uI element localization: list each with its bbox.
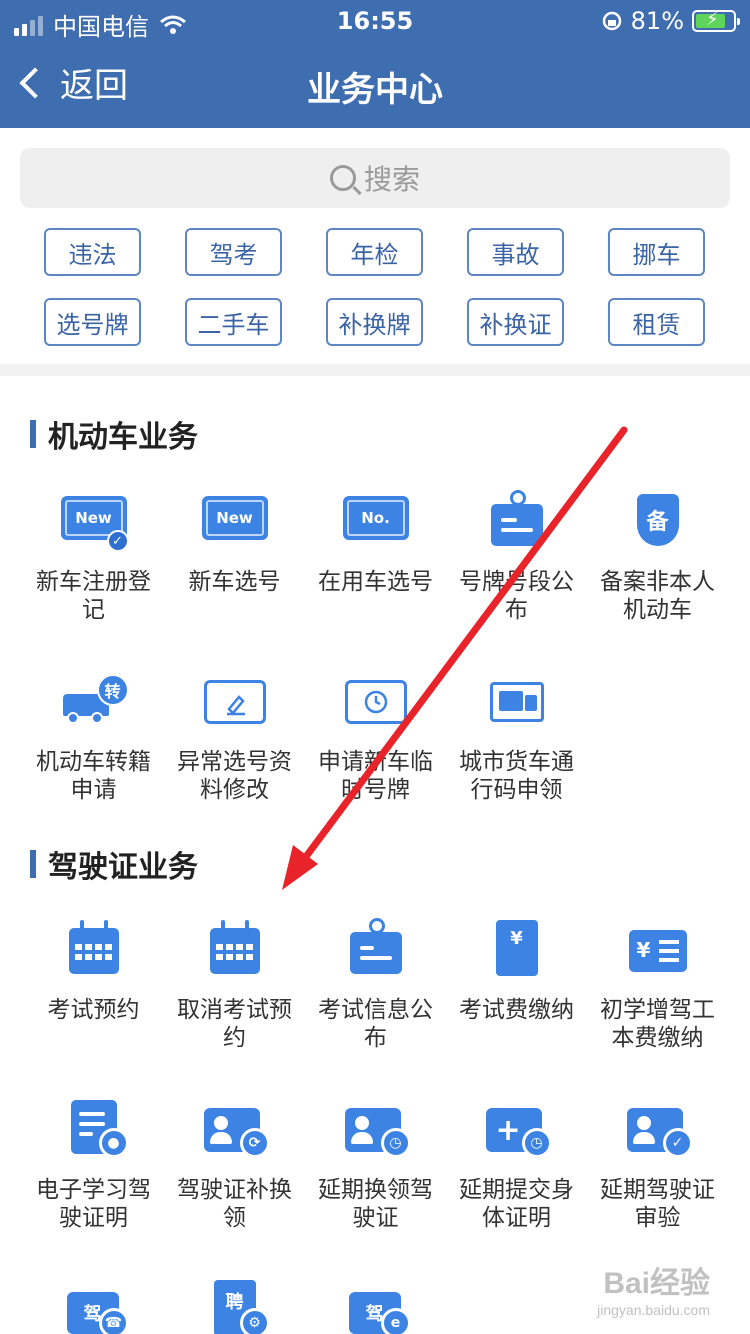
page-title: 业务中心 [307, 70, 443, 110]
search-icon [329, 165, 356, 191]
tag-choose-plate[interactable]: 选号牌 [44, 298, 141, 346]
tag-driving-exam[interactable]: 驾考 [185, 228, 282, 276]
new-plate-icon: New [200, 488, 270, 558]
tag-replace-license[interactable]: 补换证 [467, 298, 564, 346]
service-license-delay-renewal[interactable]: ◷ 延期换领驾驶证 [305, 1096, 446, 1276]
tag-used-car[interactable]: 二手车 [185, 298, 282, 346]
service-license-replacement[interactable]: ⟳ 驾驶证补换领 [164, 1096, 305, 1276]
license-replace-icon: ⟳ [200, 1096, 270, 1166]
search-placeholder: 搜索 [363, 163, 420, 196]
service-driving-call[interactable]: 驾 ☎ [23, 1276, 164, 1334]
driving-online-icon: 驾 e [341, 1276, 411, 1334]
service-new-car-registration[interactable]: New ✓ 新车注册登记 [23, 488, 164, 668]
calendar-cancel-icon [200, 916, 270, 986]
health-delay-icon: + ◷ [482, 1096, 552, 1166]
service-driving-online[interactable]: 驾 e [305, 1276, 446, 1334]
tag-annual-inspection[interactable]: 年检 [326, 228, 423, 276]
license-delay-icon: ◷ [341, 1096, 411, 1166]
tag-rental[interactable]: 租赁 [608, 298, 705, 346]
exam-announcement-icon [341, 916, 411, 986]
battery-percent: 81% [630, 7, 684, 35]
service-exam-booking[interactable]: 考试预约 [23, 916, 164, 1096]
edit-plate-icon [200, 668, 270, 738]
service-exam-info[interactable]: 考试信息公布 [305, 916, 446, 1096]
license-verify-icon: ✓ [623, 1096, 693, 1166]
tag-accident[interactable]: 事故 [467, 228, 564, 276]
service-electronic-study-proof[interactable]: ● 电子学习驾驶证明 [23, 1096, 164, 1276]
service-learner-fee[interactable]: ¥ 初学增驾工本费缴纳 [587, 916, 728, 1096]
section-title-license: 驾驶证业务 [30, 842, 198, 886]
service-record-vehicle[interactable]: 备 备案非本人机动车 [587, 488, 728, 668]
truck-pass-icon [482, 668, 552, 738]
service-vehicle-transfer[interactable]: 转 机动车转籍申请 [23, 668, 164, 848]
service-license-verification-delay[interactable]: ✓ 延期驾驶证审验 [587, 1096, 728, 1276]
hire-settings-icon: 聘 ⚙ [200, 1276, 270, 1334]
search-area: 搜索 违法 驾考 年检 事故 挪车 选号牌 二手车 补换牌 补换证 租赁 [0, 128, 750, 364]
section-title-vehicle: 机动车业务 [30, 412, 198, 456]
battery-icon: ⚡ [692, 9, 740, 32]
temporary-plate-icon [341, 668, 411, 738]
number-plate-icon: No. [341, 488, 411, 558]
service-edit-number-info[interactable]: 异常选号资料修改 [164, 668, 305, 848]
calendar-icon [59, 916, 129, 986]
record-shield-icon: 备 [623, 488, 693, 558]
service-plate-announcement[interactable]: 号牌号段公布 [446, 488, 587, 668]
tag-move-car[interactable]: 挪车 [608, 228, 705, 276]
vehicle-transfer-icon: 转 [59, 668, 129, 738]
service-exam-fee[interactable]: ¥ 考试费缴纳 [446, 916, 587, 1096]
service-health-proof-delay[interactable]: + ◷ 延期提交身体证明 [446, 1096, 587, 1276]
service-used-car-number[interactable]: No. 在用车选号 [305, 488, 446, 668]
vehicle-services-grid: New ✓ 新车注册登记 New 新车选号 No. 在用车选号 号牌号段公布 备… [23, 488, 728, 848]
plate-announcement-icon [482, 488, 552, 558]
status-bar: 中国电信 16:55 81% ⚡ [0, 0, 750, 42]
service-content: 机动车业务 New ✓ 新车注册登记 New 新车选号 No. 在用车选号 号牌… [0, 376, 750, 1334]
service-temporary-plate[interactable]: 申请新车临时号牌 [305, 668, 446, 848]
tag-replace-plate[interactable]: 补换牌 [326, 298, 423, 346]
search-input[interactable]: 搜索 [20, 148, 730, 208]
app-header: 中国电信 16:55 81% ⚡ 返回 业务中心 [0, 0, 750, 128]
fee-receipt-icon: ¥ [482, 916, 552, 986]
study-document-icon: ● [59, 1096, 129, 1166]
service-truck-pass[interactable]: 城市货车通行码申领 [446, 668, 587, 848]
new-plate-check-icon: New ✓ [59, 488, 129, 558]
service-new-car-number[interactable]: New 新车选号 [164, 488, 305, 668]
tag-violation[interactable]: 违法 [44, 228, 141, 276]
service-cancel-exam-booking[interactable]: 取消考试预约 [164, 916, 305, 1096]
fee-card-icon: ¥ [623, 916, 693, 986]
quick-tags: 违法 驾考 年检 事故 挪车 选号牌 二手车 补换牌 补换证 租赁 [44, 228, 706, 346]
driving-call-icon: 驾 ☎ [59, 1276, 129, 1334]
watermark: Bai经验 jingyan.baidu.com [597, 1267, 710, 1318]
service-hire-driver[interactable]: 聘 ⚙ [164, 1276, 305, 1334]
rotation-lock-icon [602, 11, 621, 31]
